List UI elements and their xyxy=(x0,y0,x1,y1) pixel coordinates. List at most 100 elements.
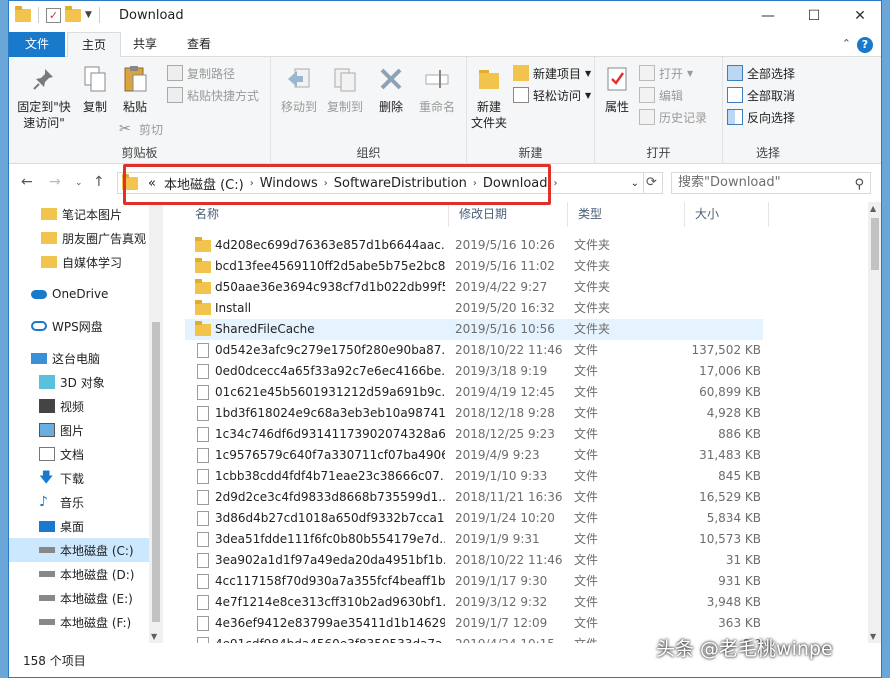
up-arrow-icon[interactable]: ↑ xyxy=(93,174,105,190)
file-size xyxy=(675,319,761,340)
tab-home[interactable]: 主页 xyxy=(67,32,122,58)
file-type: 文件 xyxy=(574,385,599,399)
window-title: Download xyxy=(119,8,184,23)
copy-to-button[interactable]: 复制到 xyxy=(323,63,367,115)
table-row[interactable]: d50aae36e3694c938cf7d1b022db99f5 2019/4/2… xyxy=(185,277,763,298)
search-input[interactable]: 搜索"Download" ⚲ xyxy=(671,172,871,194)
explorer-window: ✓ ▼ Download — ☐ ✕ 文件 主页 共享 查看 ⌃ ? 固定到"快… xyxy=(8,0,882,678)
table-row[interactable]: 1cbb38cdd4fdf4b71eae23c38666c07... 2019/1… xyxy=(185,466,763,487)
organize-group-label: 组织 xyxy=(356,146,381,160)
nav-item-downloads[interactable]: 🡇 下载 xyxy=(9,466,149,490)
table-row[interactable]: 3dea51fdde111f6fc0b80b554179e7d... 2019/1… xyxy=(185,529,763,550)
nav-item-wps-cloud[interactable]: WPS网盘 xyxy=(9,314,149,338)
nav-item-e-drive[interactable]: 本地磁盘 (E:) xyxy=(9,586,149,610)
address-dropdown-icon[interactable]: ⌄ xyxy=(631,178,639,189)
properties-button[interactable]: 属性 xyxy=(599,63,635,115)
file-type: 文件夹 xyxy=(574,280,611,294)
table-row[interactable]: 2d9d2ce3c4fd9833d8668b735599d1... 2018/11… xyxy=(185,487,763,508)
scroll-down-icon[interactable]: ▼ xyxy=(151,632,157,641)
quick-access-toolbar: ✓ ▼ xyxy=(15,5,103,23)
nav-item-documents[interactable]: 文档 xyxy=(9,442,149,466)
refresh-icon[interactable]: ⟳ xyxy=(641,172,663,194)
back-arrow-icon[interactable]: ← xyxy=(21,174,33,190)
properties-check-icon[interactable]: ✓ xyxy=(46,7,61,23)
nav-item-c-drive[interactable]: 本地磁盘 (C:) xyxy=(9,538,149,562)
select-all-button[interactable]: 全部选择 xyxy=(727,63,795,83)
nav-item-music[interactable]: ♪ 音乐 xyxy=(9,490,149,514)
table-row[interactable]: 3d86d4b27cd1018a650df9332b7cca1... 2019/1… xyxy=(185,508,763,529)
nav-item-pictures[interactable]: 图片 xyxy=(9,418,149,442)
move-to-button[interactable]: 移动到 xyxy=(277,63,321,115)
paste-shortcut-button[interactable]: 粘贴快捷方式 xyxy=(167,85,259,105)
delete-button[interactable]: 删除 xyxy=(371,63,411,115)
table-row[interactable]: 0d542e3afc9c279e1750f280e90ba87... 2018/1… xyxy=(185,340,763,361)
nav-item-3d-objects[interactable]: 3D 对象 xyxy=(9,370,149,394)
new-item-button[interactable]: 新建项目 ▼ xyxy=(513,63,591,83)
select-none-button[interactable]: 全部取消 xyxy=(727,85,795,105)
scroll-up-icon[interactable]: ▲ xyxy=(870,204,876,213)
recent-locations-chevron-icon[interactable]: ⌄ xyxy=(75,178,83,188)
cut-button[interactable]: ✂ 剪切 xyxy=(119,119,163,139)
tab-file[interactable]: 文件 xyxy=(9,32,65,57)
table-row[interactable]: SharedFileCache 2019/5/16 10:56 文件夹 xyxy=(185,319,763,340)
table-row[interactable]: 1c34c746df6d93141173902074328a6... 2018/1… xyxy=(185,424,763,445)
rename-button[interactable]: 重命名 xyxy=(413,63,461,115)
table-row[interactable]: 1bd3f618024e9c68a3eb3eb10a98741... 2018/1… xyxy=(185,403,763,424)
file-type: 文件 xyxy=(574,616,599,630)
nav-pane-scrollbar[interactable]: ▼ xyxy=(149,202,163,643)
cut-label: 剪切 xyxy=(139,122,164,137)
music-icon: ♪ xyxy=(39,494,48,510)
help-icon[interactable]: ? xyxy=(857,37,873,53)
invert-selection-button[interactable]: 反向选择 xyxy=(727,107,795,127)
paste-button[interactable]: 粘贴 xyxy=(117,63,153,115)
table-row[interactable]: 1c9576579c640f7a330711cf07ba4906... 2019/… xyxy=(185,445,763,466)
nav-item-onedrive[interactable]: OneDrive xyxy=(9,282,149,306)
table-row[interactable]: bcd13fee4569110ff2d5abe5b75e2bc8 2019/5/1… xyxy=(185,256,763,277)
nav-item-videos[interactable]: 视频 xyxy=(9,394,149,418)
copy-button[interactable]: 复制 xyxy=(77,63,113,115)
nav-item-self-media[interactable]: 自媒体学习 xyxy=(9,250,149,274)
table-row[interactable]: 4e36ef9412e83799ae35411d1b14629... 2019/1… xyxy=(185,613,763,634)
chevron-right-icon[interactable]: › xyxy=(552,178,560,189)
forward-arrow-icon[interactable]: → xyxy=(49,174,61,190)
table-row[interactable]: 4d208ec699d76363e857d1b6644aac... 2019/5/… xyxy=(185,235,763,256)
copy-path-button[interactable]: 复制路径 xyxy=(167,63,235,83)
qat-dropdown-icon[interactable]: ▼ xyxy=(85,10,92,20)
pin-quick-access-button[interactable]: 固定到"快 速访问" xyxy=(13,63,75,131)
maximize-button[interactable]: ☐ xyxy=(791,1,837,32)
table-row[interactable]: 4cc117158f70d930a7a355fcf4beaff1b... 2019… xyxy=(185,571,763,592)
table-row[interactable]: Install 2019/5/20 16:32 文件夹 xyxy=(185,298,763,319)
file-list-scroll-thumb[interactable] xyxy=(871,218,879,270)
column-header-type[interactable]: 类型 xyxy=(568,202,685,227)
table-row[interactable]: 4e7f1214e8ce313cff310b2ad9630bf1... 2019/… xyxy=(185,592,763,613)
nav-item-moments-ads[interactable]: 朋友圈广告真观 xyxy=(9,226,149,250)
edit-button[interactable]: 编辑 xyxy=(639,85,683,105)
nav-item-d-drive[interactable]: 本地磁盘 (D:) xyxy=(9,562,149,586)
file-list-scrollbar[interactable]: ▲ ▼ xyxy=(868,202,881,643)
easy-access-button[interactable]: 轻松访问 ▼ xyxy=(513,85,591,105)
group-open: 属性 打开 ▼ 编辑 历史记录 打开 xyxy=(595,57,723,164)
table-row[interactable]: 0ed0dcecc4a65f33a92c7e6ec4166be... 2019/3… xyxy=(185,361,763,382)
nav-pane-scroll-thumb[interactable] xyxy=(152,322,160,622)
new-folder-icon[interactable] xyxy=(65,5,81,22)
nav-label: 文档 xyxy=(60,447,85,462)
tab-share[interactable]: 共享 xyxy=(119,32,171,57)
tab-view[interactable]: 查看 xyxy=(173,32,225,57)
history-button[interactable]: 历史记录 xyxy=(639,107,707,127)
table-row[interactable]: 3ea902a1d1f97a49eda20da4951bf1b... 2018/1… xyxy=(185,550,763,571)
file-size: 137,502 KB xyxy=(691,343,761,357)
nav-item-notebook-pictures[interactable]: 笔记本图片 xyxy=(9,202,149,226)
scroll-down-icon[interactable]: ▼ xyxy=(870,632,876,641)
group-new: 新建 文件夹 新建项目 ▼ 轻松访问 ▼ 新建 xyxy=(467,57,595,164)
minimize-button[interactable]: — xyxy=(745,1,791,32)
nav-item-desktop[interactable]: 桌面 xyxy=(9,514,149,538)
nav-item-f-drive[interactable]: 本地磁盘 (F:) xyxy=(9,610,149,634)
column-header-size[interactable]: 大小 xyxy=(685,202,769,227)
close-button[interactable]: ✕ xyxy=(837,1,881,32)
new-folder-button[interactable]: 新建 文件夹 xyxy=(469,63,509,131)
collapse-ribbon-icon[interactable]: ⌃ xyxy=(842,37,851,50)
table-row[interactable]: 01c621e45b5601931212d59a691b9c... 2019/4/… xyxy=(185,382,763,403)
column-header-date[interactable]: 修改日期 xyxy=(449,202,568,227)
nav-item-this-pc[interactable]: 这台电脑 xyxy=(9,346,149,370)
open-button[interactable]: 打开 ▼ xyxy=(639,63,693,83)
